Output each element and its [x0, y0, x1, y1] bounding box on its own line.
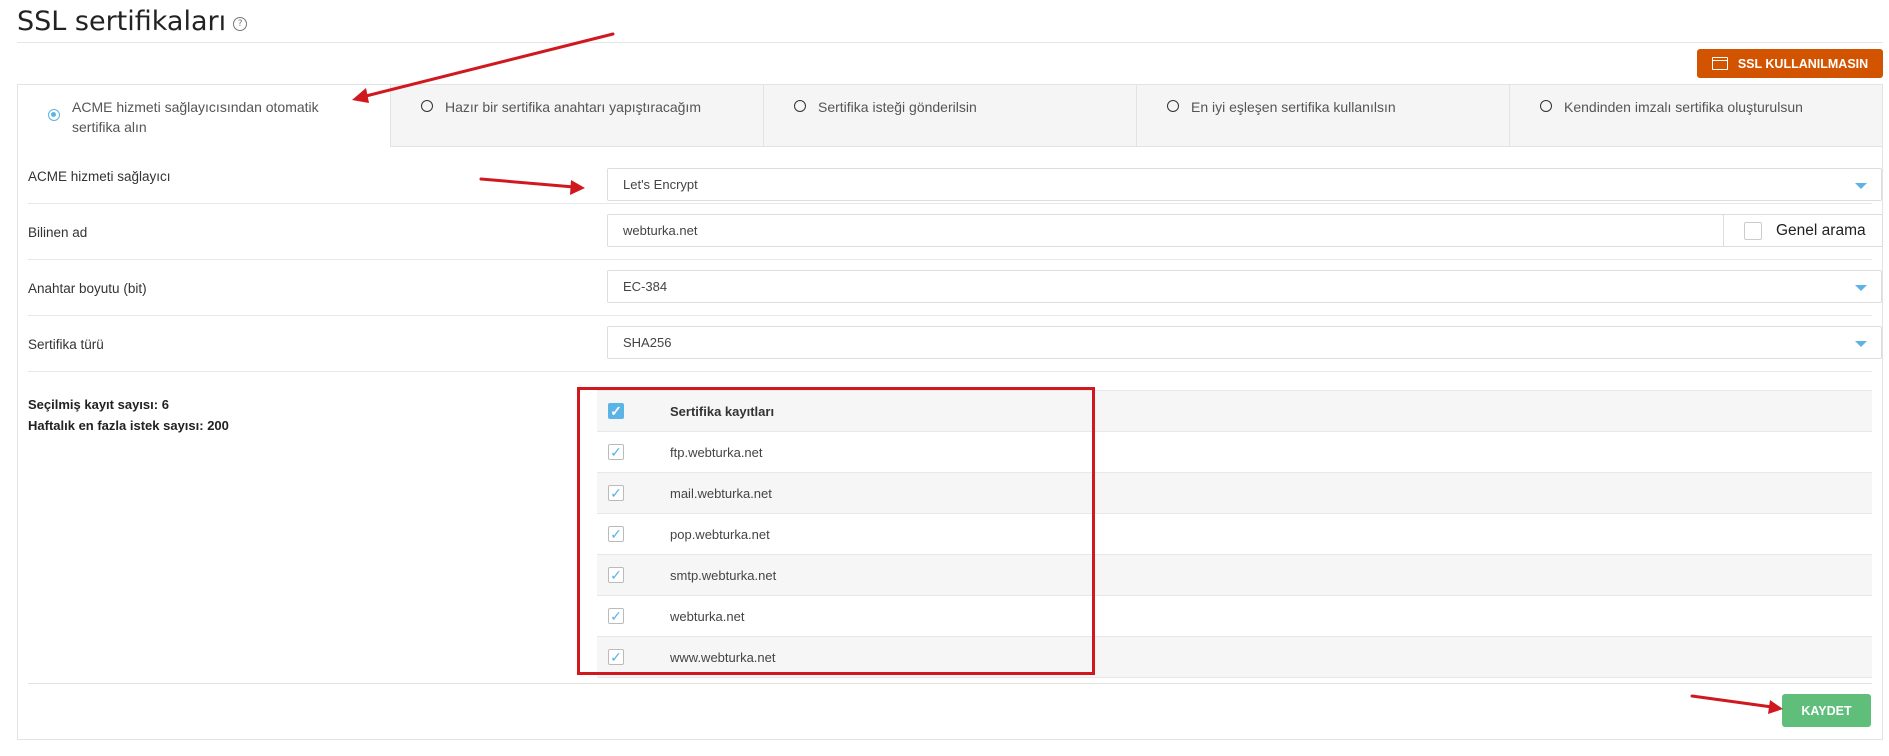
selected-records-count: Seçilmiş kayıt sayısı: 6: [28, 397, 169, 412]
key-size-label: Anahtar boyutu (bit): [28, 281, 147, 296]
tab-csr[interactable]: Sertifika isteği gönderilsin: [763, 85, 1136, 147]
key-size-value: EC-384: [623, 279, 668, 294]
common-name-input[interactable]: [623, 223, 1708, 238]
common-name-label: Bilinen ad: [28, 225, 88, 240]
annotation-highlight-box: [577, 387, 1095, 675]
cert-type-select[interactable]: SHA256: [607, 326, 1882, 359]
cert-type-row: Sertifika türü SHA256: [28, 315, 1882, 372]
radio-best-match[interactable]: [1167, 100, 1179, 112]
tab-self-signed-label: Kendinden imzalı sertifika oluşturulsun: [1564, 99, 1803, 115]
disable-ssl-button[interactable]: SSL KULLANILMASIN: [1697, 49, 1883, 78]
chevron-down-icon: [1855, 183, 1867, 189]
key-size-row: Anahtar boyutu (bit) EC-384: [28, 259, 1882, 316]
page-title: SSL sertifikaları ?: [17, 6, 248, 37]
certificate-method-tabs: ACME hizmeti sağlayıcısından otomatik se…: [18, 85, 1882, 147]
provider-value: Let's Encrypt: [623, 177, 698, 192]
help-icon[interactable]: ?: [233, 16, 248, 31]
tab-self-signed[interactable]: Kendinden imzalı sertifika oluşturulsun: [1509, 85, 1882, 147]
tab-paste-key-label: Hazır bir sertifika anahtarı yapıştıraca…: [445, 99, 701, 115]
general-search-label: Genel arama: [1776, 221, 1866, 239]
common-name-row: Bilinen ad Genel arama: [28, 203, 1883, 260]
provider-label: ACME hizmeti sağlayıcı: [28, 169, 171, 184]
request-stats: Seçilmiş kayıt sayısı: 6 Haftalık en faz…: [28, 394, 229, 436]
general-search-checkbox[interactable]: [1744, 221, 1762, 240]
radio-csr[interactable]: [794, 100, 806, 112]
disable-ssl-label: SSL KULLANILMASIN: [1737, 56, 1869, 71]
tab-acme[interactable]: ACME hizmeti sağlayıcısından otomatik se…: [18, 85, 390, 147]
page-title-text: SSL sertifikaları: [17, 6, 227, 37]
footer-divider: [28, 683, 1872, 684]
tab-acme-label: ACME hizmeti sağlayıcısından otomatik se…: [72, 99, 319, 135]
weekly-request-limit: Haftalık en fazla istek sayısı: 200: [28, 418, 229, 433]
radio-acme[interactable]: [48, 109, 60, 121]
chevron-down-icon: [1855, 285, 1867, 291]
title-divider: [17, 42, 1883, 43]
tab-csr-label: Sertifika isteği gönderilsin: [818, 99, 977, 115]
radio-self-signed[interactable]: [1540, 100, 1552, 112]
radio-paste-key[interactable]: [421, 100, 433, 112]
tab-best-match-label: En iyi eşleşen sertifika kullanılsın: [1191, 99, 1396, 115]
chevron-down-icon: [1855, 341, 1867, 347]
provider-row: ACME hizmeti sağlayıcı Let's Encrypt: [28, 147, 1882, 204]
cert-type-value: SHA256: [623, 335, 672, 350]
tab-best-match[interactable]: En iyi eşleşen sertifika kullanılsın: [1136, 85, 1509, 147]
common-name-field[interactable]: [607, 214, 1724, 247]
certificate-icon: [1711, 57, 1728, 70]
cert-type-label: Sertifika türü: [28, 337, 104, 352]
tab-paste-key[interactable]: Hazır bir sertifika anahtarı yapıştıraca…: [390, 85, 763, 147]
general-search-toggle[interactable]: Genel arama: [1723, 214, 1883, 247]
provider-select[interactable]: Let's Encrypt: [607, 168, 1882, 201]
key-size-select[interactable]: EC-384: [607, 270, 1882, 303]
save-button[interactable]: KAYDET: [1782, 694, 1871, 727]
